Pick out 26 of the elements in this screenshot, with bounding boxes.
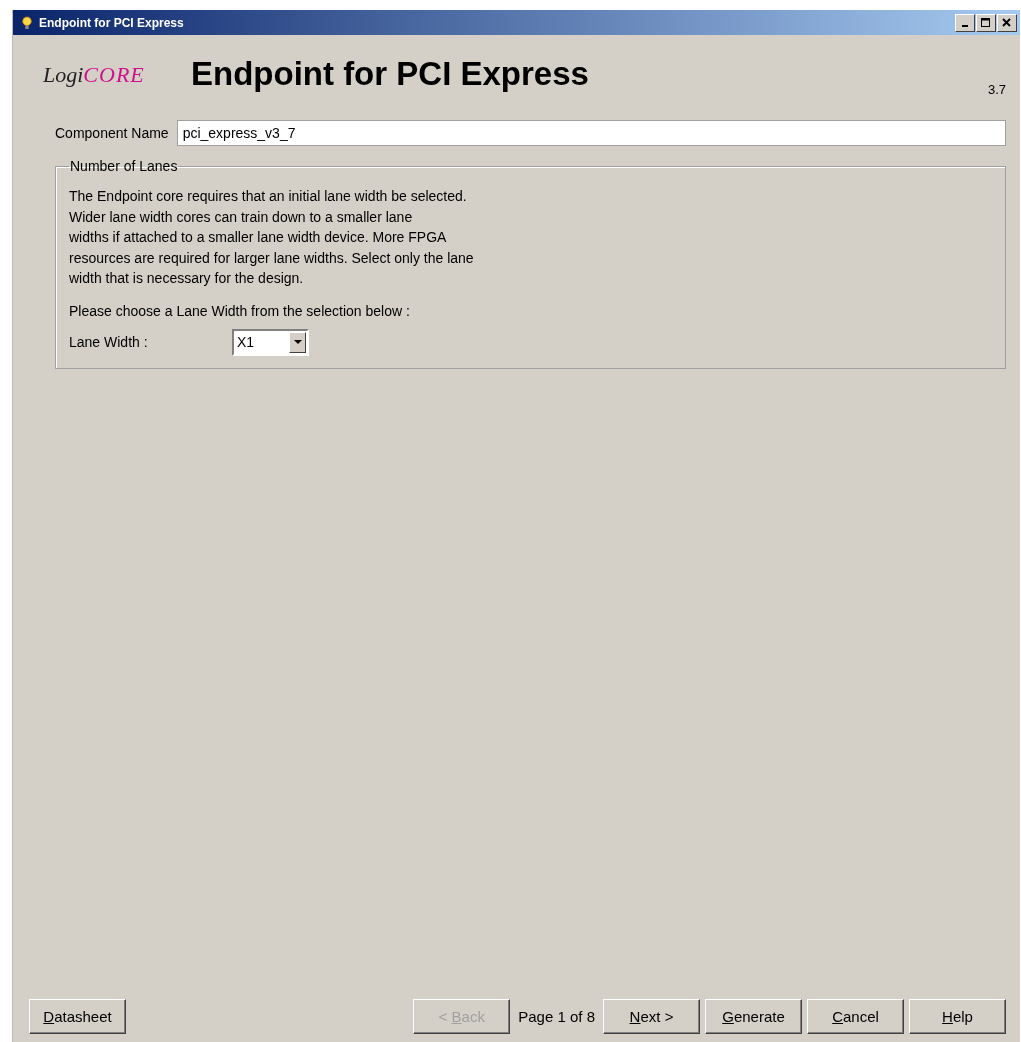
logo-text: CORE xyxy=(83,61,145,87)
datasheet-button[interactable]: Datasheet xyxy=(29,999,126,1034)
field-label: Component Name xyxy=(55,125,169,141)
maximize-button[interactable] xyxy=(976,13,996,32)
wizard-button[interactable]: Cancel xyxy=(807,999,904,1034)
maximize-icon xyxy=(981,17,991,28)
wizard-button[interactable]: Generate xyxy=(705,999,802,1034)
wizard-button[interactable]: Next > xyxy=(603,999,700,1034)
close-button[interactable] xyxy=(997,13,1017,32)
minimize-button[interactable] xyxy=(955,13,975,32)
page-indicator: Page 1 of 8 xyxy=(517,1008,596,1025)
logo-text: Logi xyxy=(43,61,84,87)
page-heading: Endpoint for PCI Express xyxy=(191,54,589,93)
description-text: The Endpoint core requires that an initial lane width be selected. Wider lane width cores can train down to a smaller lane widths if attached to a smaller lane width device. More FPGA resources are required for larger lane widths. Select only the lane width that is necessary for the design. xyxy=(69,187,475,288)
component-name-field[interactable]: pci_express_v3_7 xyxy=(176,120,1006,146)
wizard-button[interactable]: Help xyxy=(909,999,1006,1034)
window-title: Endpoint for PCI Express xyxy=(39,15,185,30)
lightbulb-icon xyxy=(21,14,33,31)
minimize-icon xyxy=(962,24,968,27)
close-icon xyxy=(1002,17,1012,28)
field-label: Lane Width : xyxy=(69,334,149,350)
instruction-text: Please choose a Lane Width from the selection below : xyxy=(69,302,411,319)
group-title: Number of Lanes xyxy=(69,158,179,174)
dropdown-caret-icon xyxy=(293,339,302,345)
lane-width-dropdown[interactable]: X1 xyxy=(232,328,309,356)
version-label: 3.7 xyxy=(987,82,1006,97)
